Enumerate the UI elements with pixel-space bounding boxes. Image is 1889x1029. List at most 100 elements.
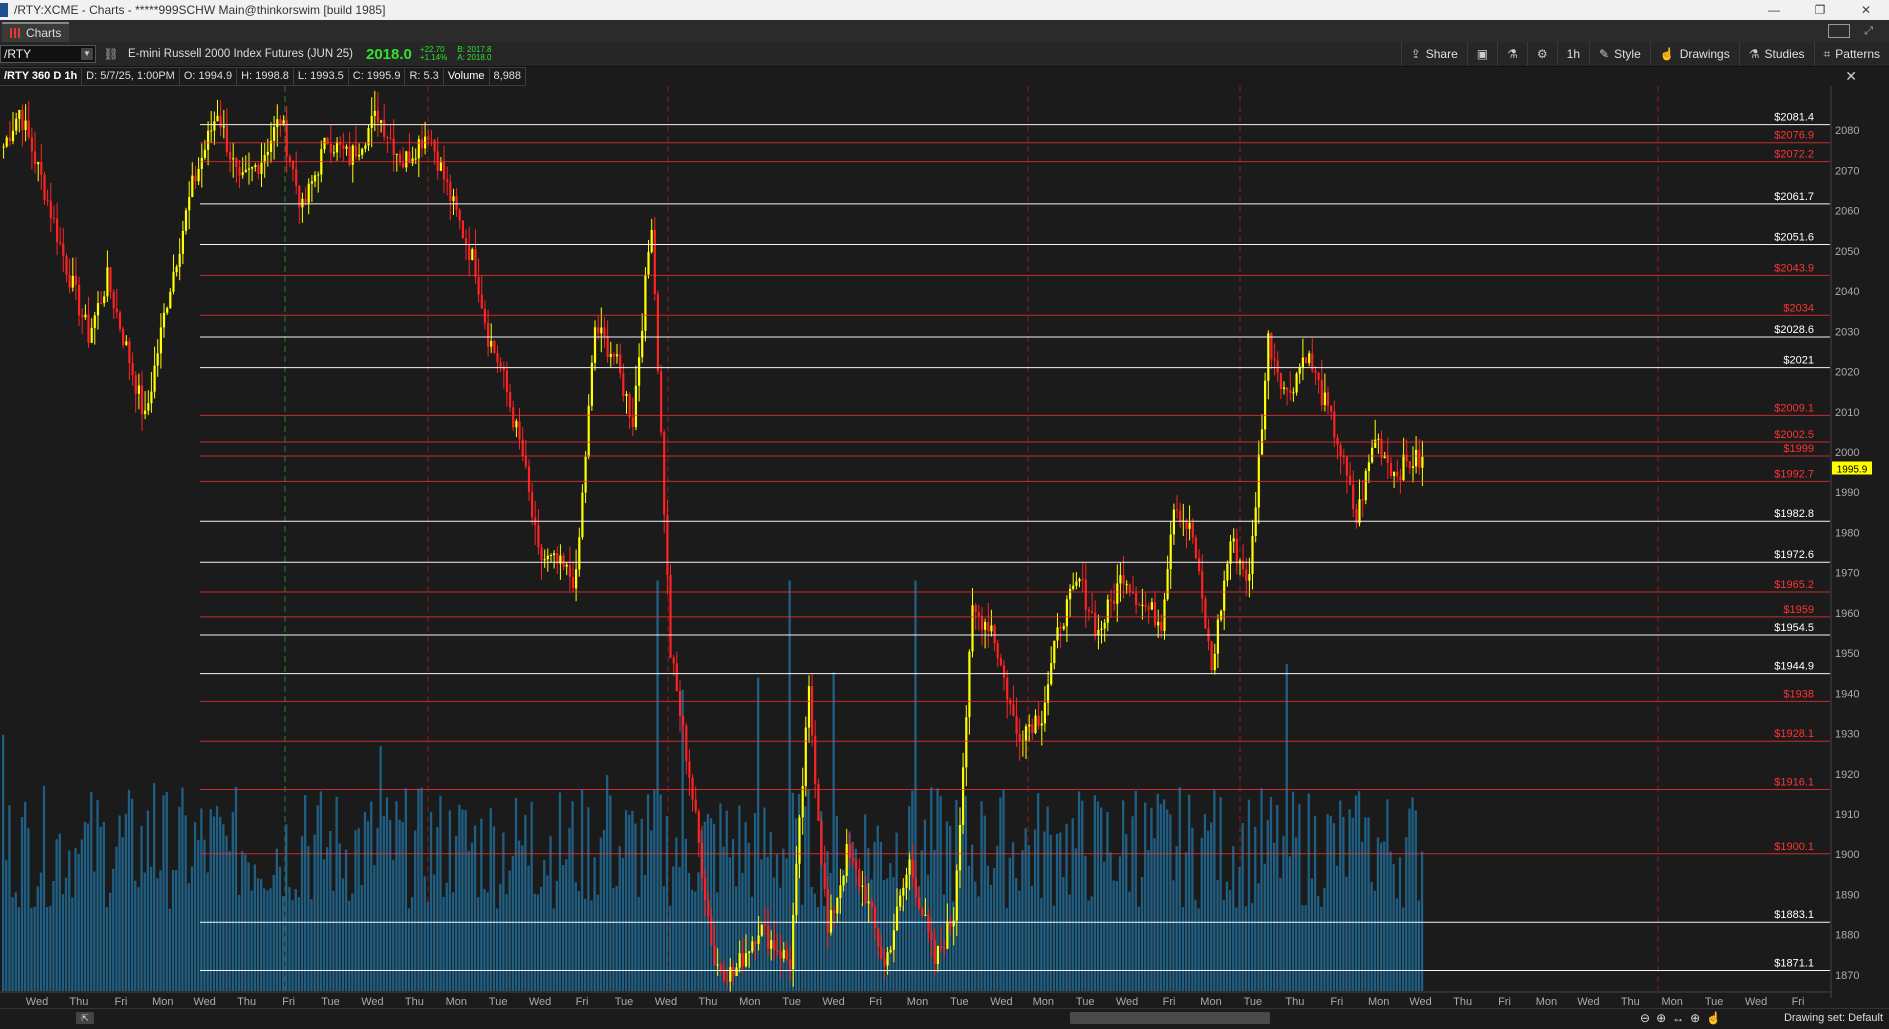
volume-bar [83,822,87,991]
volume-bar [713,823,716,991]
drawings-button[interactable]: ☝ Drawings [1649,42,1739,66]
scrollbar-thumb[interactable] [1070,1012,1270,1024]
volume-bar [549,836,552,991]
volume-bar [832,672,835,991]
close-study-icon[interactable]: ✕ [1845,68,1857,85]
volume-bar [203,839,206,991]
timeframe-button[interactable]: 1h [1556,42,1589,66]
link-icon[interactable]: ⛓ [102,47,120,61]
style-button[interactable]: ✎ Style [1589,42,1650,66]
volume-bar [565,859,568,991]
x-tick-label: Fri [1163,996,1176,1008]
candle-body [361,148,364,155]
candle-body [814,735,817,784]
candle-body [21,110,24,131]
volume-bar [291,900,294,991]
restore-button[interactable]: ❐ [1797,3,1843,17]
volume-bar [1153,838,1156,991]
volume-bar [467,850,470,991]
volume-bar [86,823,90,991]
candle-body [971,605,974,652]
candle-body [156,353,159,366]
x-tick-label: Thu [405,996,424,1008]
x-tick-label: Fri [576,996,589,1008]
volume-bar [326,847,329,991]
y-tick-label: 1940 [1835,688,1859,700]
zoom-out-icon[interactable]: ⊖ [1640,1011,1650,1025]
symbol-value: /RTY [4,47,32,61]
x-tick-label: Fri [1792,996,1805,1008]
horizontal-scrollbar[interactable] [1070,1012,1270,1024]
volume-bar [860,903,864,991]
candle-body [1059,627,1062,629]
candle-body [282,120,285,124]
chart-info-bar: /RTY 360 D 1h D: 5/7/25, 1:00PM O: 1994.… [0,67,527,86]
share-button[interactable]: ⇪ Share [1400,42,1467,66]
candle-body [348,146,351,165]
level-label: $2072.2 [1774,149,1814,161]
volume-bar [250,890,253,991]
detach-icon[interactable]: ⤢ [1864,25,1873,38]
candle-body [162,312,166,328]
volume-bar [99,826,102,991]
candle-body [480,294,483,309]
volume-bar [455,836,458,991]
x-tick-label: Tue [615,996,634,1008]
x-tick-label: Wed [990,996,1012,1008]
candle-body [597,327,600,334]
patterns-label: Patterns [1835,47,1880,61]
minimize-button[interactable]: — [1751,3,1797,17]
level-label: $1938 [1783,688,1814,700]
x-tick-label: Thu [69,996,88,1008]
x-tick-label: Wed [1745,996,1767,1008]
candle-body [1367,462,1370,471]
tab-charts[interactable]: Charts [2,22,70,42]
volume-bar [1367,817,1370,991]
patterns-button[interactable]: ⌗ Patterns [1813,42,1889,66]
chart-canvas[interactable]: $2081.4 $2076.9 $2072.2 $2061.7 $2051.6 $2043… [0,86,1889,1008]
candle-body [1349,475,1352,485]
volume-bar [1417,900,1420,991]
candle-body [515,421,518,428]
layout-box-icon[interactable] [1828,24,1851,38]
hand-icon[interactable]: ☝ [1706,1011,1721,1025]
candle-body [571,576,575,589]
chart-label[interactable]: /RTY 360 D 1h [0,67,83,86]
zoom-in-icon[interactable]: ⊕ [1656,1011,1666,1025]
style-icon: ✎ [1599,47,1610,61]
candle-body [386,137,389,138]
candle-body [1330,405,1333,412]
volume-bar [42,785,46,991]
volume-bar [1285,664,1288,991]
candle-body [1421,456,1424,468]
crosshair-icon[interactable]: ⊕ [1690,1011,1700,1025]
candle-body [499,362,502,367]
candle-body [1128,584,1131,593]
candle-body [125,341,128,345]
candle-body [257,165,260,174]
volume-bar [615,886,618,991]
flask-button[interactable]: ⚗ [1497,42,1527,66]
collapse-icon[interactable]: ⇱ [76,1012,94,1024]
volume-bar [499,883,502,991]
volume-bar [398,819,401,991]
status-bar: ⇱ ⊖ ⊕ ↔ ⊕ ☝ Drawing set: Default [0,1008,1889,1029]
volume-bar [197,840,200,991]
settings-button[interactable]: ⚙ [1526,42,1557,66]
candle-body [241,172,244,176]
drawing-set[interactable]: Drawing set: Default [1784,1012,1883,1024]
volume-bar [206,872,209,991]
screenshot-button[interactable]: ▣ [1466,42,1497,66]
volume-bar [332,890,335,991]
price-chart[interactable]: $2081.4 $2076.9 $2072.2 $2061.7 $2051.6 $2043… [0,86,1889,1008]
candle-body [147,403,150,411]
volume-bar [165,791,168,991]
pan-icon[interactable]: ↔ [1672,1011,1684,1025]
candle-body [1276,360,1279,373]
studies-button[interactable]: ⚗ Studies [1738,42,1814,66]
close-button[interactable]: ✕ [1843,3,1889,17]
chevron-down-icon[interactable]: ▼ [81,48,93,60]
volume-bar [24,801,27,991]
symbol-input[interactable]: /RTY ▼ [0,45,96,63]
volume-bar [338,843,341,991]
